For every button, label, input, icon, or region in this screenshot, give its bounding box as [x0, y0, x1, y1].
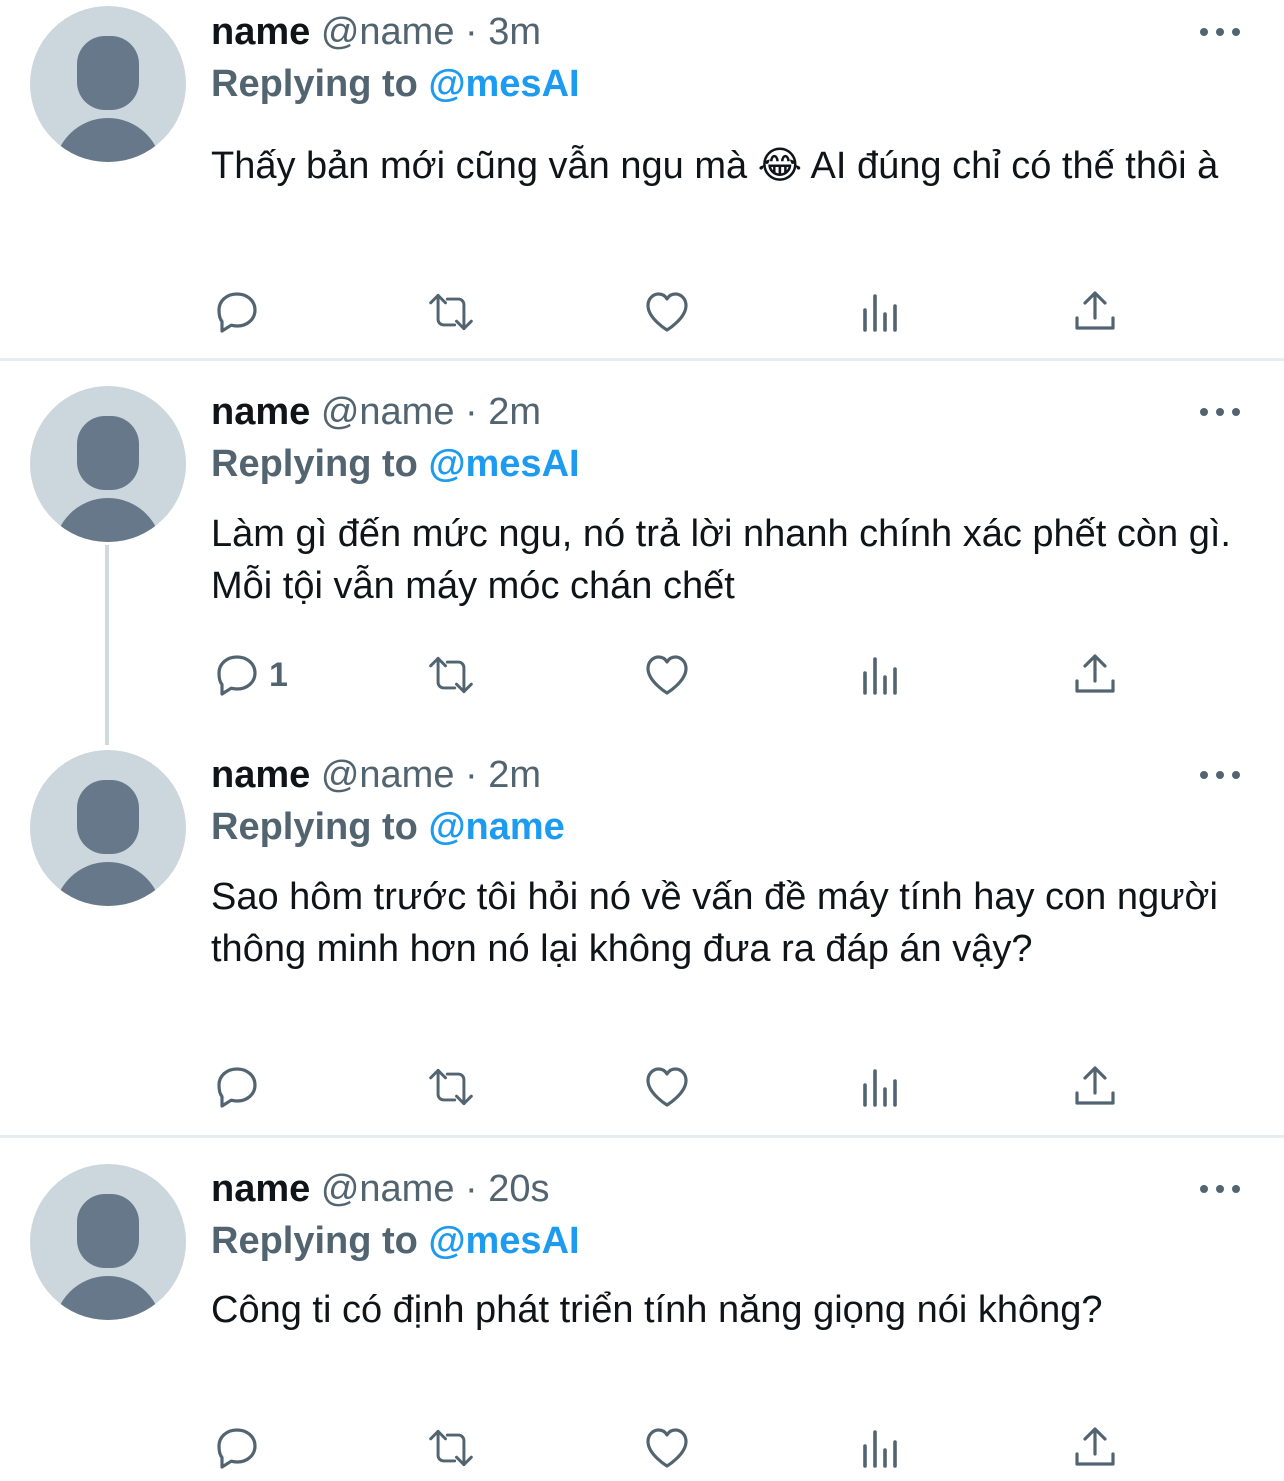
more-icon[interactable] — [1200, 406, 1240, 418]
share-icon — [1075, 1427, 1115, 1466]
like-button[interactable] — [643, 1423, 691, 1473]
more-icon[interactable] — [1200, 1183, 1240, 1195]
reply-icon — [217, 1428, 257, 1469]
views-button[interactable] — [857, 1423, 905, 1473]
tweet-header: name @name · 2m — [211, 390, 541, 434]
avatar[interactable] — [30, 750, 186, 906]
display-name[interactable]: name — [211, 391, 310, 433]
views-button[interactable] — [857, 1062, 905, 1112]
reply-button[interactable] — [213, 1062, 269, 1112]
tweet[interactable]: name @name · 20s Replying to @mesAI Công… — [0, 1158, 1284, 1481]
retweet-icon — [429, 293, 473, 331]
reply-button[interactable] — [213, 287, 269, 337]
mention-link[interactable]: @mesAI — [428, 63, 579, 105]
reply-icon — [217, 1067, 257, 1108]
views-icon — [863, 1069, 897, 1107]
tweet-text: Thấy bản mới cũng vẫn ngu mà 😂 AI đúng c… — [211, 145, 1219, 187]
mention-link[interactable]: @name — [428, 806, 564, 848]
divider — [0, 1135, 1284, 1138]
mention-link[interactable]: @mesAI — [428, 1220, 579, 1262]
display-name[interactable]: name — [211, 754, 310, 796]
avatar[interactable] — [30, 386, 186, 542]
views-button[interactable] — [857, 287, 905, 337]
views-icon — [863, 657, 897, 695]
retweet-button[interactable] — [427, 1423, 475, 1473]
retweet-icon — [429, 656, 473, 694]
tweet[interactable]: name @name · 2m Replying to @name Sao hô… — [0, 745, 1284, 1135]
heart-icon — [646, 1428, 688, 1468]
tweet-text: Sao hôm trước tôi hỏi nó về vấn đề máy t… — [211, 876, 1218, 970]
replying-to: Replying to @mesAI — [211, 1219, 580, 1263]
share-button[interactable] — [1071, 650, 1119, 700]
retweet-button[interactable] — [427, 650, 475, 700]
retweet-button[interactable] — [427, 1062, 475, 1112]
like-button[interactable] — [643, 287, 691, 337]
replying-to: Replying to @mesAI — [211, 62, 580, 106]
tweet-header: name @name · 20s — [211, 1167, 550, 1211]
share-button[interactable] — [1071, 287, 1119, 337]
share-button[interactable] — [1071, 1423, 1119, 1473]
more-icon[interactable] — [1200, 26, 1240, 38]
tweet-actions — [0, 1423, 1284, 1473]
retweet-button[interactable] — [427, 287, 475, 337]
views-icon — [863, 294, 897, 332]
replying-to-label: Replying to — [211, 806, 418, 848]
replying-to-label: Replying to — [211, 63, 418, 105]
share-icon — [1075, 1066, 1115, 1105]
heart-icon — [646, 655, 688, 695]
display-name[interactable]: name — [211, 1168, 310, 1210]
share-icon — [1075, 291, 1115, 330]
replying-to: Replying to @name — [211, 805, 565, 849]
handle-time: @name · 3m — [320, 11, 542, 53]
tweet-header: name @name · 3m — [211, 10, 541, 54]
avatar[interactable] — [30, 1164, 186, 1320]
tweet-text: Công ti có định phát triển tính năng giọ… — [211, 1289, 1103, 1331]
divider — [0, 358, 1284, 361]
reply-icon — [217, 292, 257, 333]
mention-link[interactable]: @mesAI — [428, 443, 579, 485]
like-button[interactable] — [643, 650, 691, 700]
reply-count: 1 — [269, 655, 288, 694]
heart-icon — [646, 292, 688, 332]
display-name[interactable]: name — [211, 11, 310, 53]
retweet-icon — [429, 1429, 473, 1467]
tweet-actions — [0, 287, 1284, 337]
replying-to: Replying to @mesAI — [211, 442, 580, 486]
tweet-text: Làm gì đến mức ngu, nó trả lời nhanh chí… — [211, 513, 1231, 607]
replying-to-label: Replying to — [211, 1220, 418, 1262]
views-icon — [863, 1430, 897, 1468]
handle-time: @name · 20s — [320, 1168, 550, 1210]
reply-button[interactable]: 1 — [213, 650, 288, 700]
share-button[interactable] — [1071, 1062, 1119, 1112]
handle-time: @name · 2m — [320, 391, 542, 433]
tweet-header: name @name · 2m — [211, 753, 541, 797]
tweet-actions — [0, 1062, 1284, 1112]
more-icon[interactable] — [1200, 769, 1240, 781]
heart-icon — [646, 1067, 688, 1107]
replying-to-label: Replying to — [211, 443, 418, 485]
views-button[interactable] — [857, 650, 905, 700]
like-button[interactable] — [643, 1062, 691, 1112]
handle-time: @name · 2m — [320, 754, 542, 796]
tweet[interactable]: name @name · 3m Replying to @mesAI Thấy … — [0, 0, 1284, 360]
tweet[interactable]: name @name · 2m Replying to @mesAI Làm g… — [0, 380, 1284, 740]
reply-icon — [217, 655, 257, 696]
retweet-icon — [429, 1068, 473, 1106]
avatar[interactable] — [30, 6, 186, 162]
reply-button[interactable] — [213, 1423, 269, 1473]
share-icon — [1075, 654, 1115, 693]
tweet-actions: 1 — [0, 650, 1284, 700]
